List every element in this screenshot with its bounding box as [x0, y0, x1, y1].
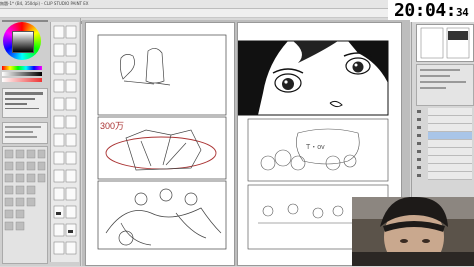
- saturation-slider[interactable]: [2, 78, 42, 82]
- webcam-overlay: [352, 197, 474, 266]
- color-wheel-icon[interactable]: [3, 22, 41, 60]
- navigator-preview[interactable]: [416, 24, 474, 62]
- manga-page-left[interactable]: 300万: [85, 22, 235, 266]
- layer-row[interactable]: [428, 172, 472, 180]
- layer-row[interactable]: [428, 108, 472, 116]
- layer-row[interactable]: [428, 164, 472, 172]
- layer-property-panel[interactable]: [416, 64, 474, 106]
- count-label: 300万: [100, 121, 124, 131]
- speech-text: T・ov: [306, 144, 325, 151]
- value-slider[interactable]: [2, 72, 42, 76]
- menu-bar[interactable]: [0, 9, 400, 24]
- layer-row[interactable]: [428, 124, 472, 132]
- clock-seconds: 34: [456, 6, 469, 19]
- layer-row[interactable]: [428, 116, 472, 124]
- layer-row[interactable]: [428, 140, 472, 148]
- layer-row-selected[interactable]: [428, 132, 472, 140]
- window-title: 無題-1* (B4, 350dpi) - CLIP STUDIO PAINT E…: [0, 1, 89, 6]
- color-square[interactable]: [12, 31, 34, 53]
- layer-row[interactable]: [428, 156, 472, 164]
- material-panel: [50, 22, 79, 262]
- clock-time: 20:04:: [394, 0, 457, 21]
- tool-property-panel[interactable]: [2, 122, 48, 144]
- sub-tool-grid[interactable]: [2, 146, 48, 264]
- hue-slider[interactable]: [2, 66, 42, 70]
- layer-row[interactable]: [428, 148, 472, 156]
- brush-size-palette[interactable]: [2, 88, 48, 118]
- stream-clock: 20:04:34: [388, 0, 474, 22]
- layer-list[interactable]: [412, 108, 474, 192]
